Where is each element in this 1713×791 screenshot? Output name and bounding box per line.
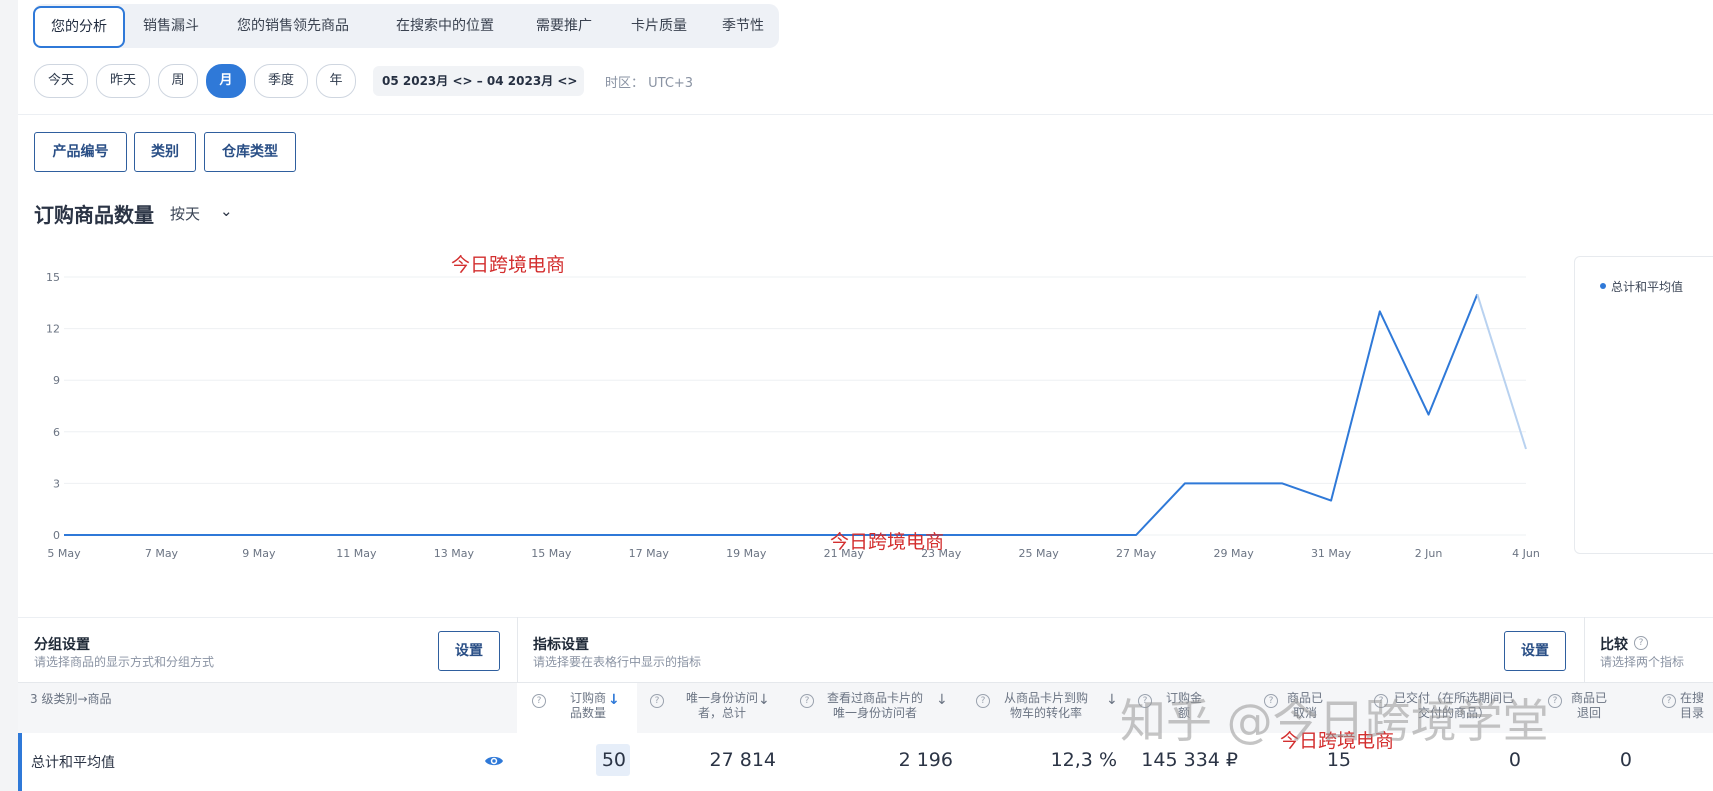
cell-delivered: 0: [1508, 749, 1521, 771]
y-tick-label: 6: [53, 426, 60, 439]
x-tick-label: 29 May: [1213, 547, 1254, 560]
tab-seasonality[interactable]: 季节性: [712, 9, 774, 43]
period-month-button[interactable]: 月: [206, 64, 246, 98]
period-yesterday-button[interactable]: 昨天: [96, 64, 150, 98]
x-tick-label: 9 May: [242, 547, 276, 560]
filter-warehouse-type-button[interactable]: 仓库类型: [204, 132, 296, 172]
tab-your-analytics[interactable]: 您的分析: [33, 6, 125, 48]
group-column-header: 3 级类别→商品: [30, 692, 112, 706]
legend-series-label: 总计和平均值: [1611, 280, 1684, 294]
help-icon[interactable]: ?: [976, 694, 990, 708]
column-divider: [1584, 617, 1585, 682]
tab-needs-promotion[interactable]: 需要推广: [525, 9, 603, 43]
sort-arrow-down-icon[interactable]: ↓: [936, 692, 948, 708]
sort-arrow-down-icon[interactable]: ↓: [758, 692, 770, 708]
x-tick-label: 31 May: [1311, 547, 1352, 560]
chevron-down-icon[interactable]: ⌄: [220, 202, 233, 220]
ordered-items-chart: 0 3 6 9 12 15 5 May 7 May 9 May 11 May 13 May 15 M…: [46, 271, 1540, 560]
tab-sales-funnel[interactable]: 销售漏斗: [133, 9, 209, 43]
metric-settings-button[interactable]: 设置: [1504, 631, 1566, 671]
period-year-button[interactable]: 年: [316, 64, 356, 98]
metric-settings-subtitle: 请选择要在表格行中显示的指标: [533, 655, 702, 669]
compare-subtitle: 请选择两个指标: [1600, 655, 1685, 669]
compare-title: 比较: [1600, 637, 1628, 653]
granularity-select[interactable]: 按天: [170, 203, 200, 224]
sort-arrow-down-icon[interactable]: ↓: [1106, 692, 1118, 708]
x-tick-label: 13 May: [434, 547, 475, 560]
eye-icon[interactable]: [484, 753, 504, 772]
watermark-text: 今日跨境电商: [830, 531, 945, 553]
y-tick-label: 3: [53, 477, 60, 490]
filter-category-button[interactable]: 类别: [134, 132, 196, 172]
cell-returned: 0: [1619, 749, 1632, 771]
legend-panel: [1574, 256, 1713, 554]
row-highlight-bar: [18, 733, 22, 791]
sort-arrow-down-icon[interactable]: ↓: [608, 692, 620, 708]
row-label: 总计和平均值: [31, 755, 115, 771]
x-tick-label: 4 Jun: [1512, 547, 1540, 560]
x-tick-label: 25 May: [1019, 547, 1060, 560]
grouping-settings-subtitle: 请选择商品的显示方式和分组方式: [34, 655, 215, 669]
y-tick-label: 12: [46, 323, 60, 336]
grouping-settings-title: 分组设置: [34, 637, 90, 653]
x-tick-label: 17 May: [629, 547, 670, 560]
cell-ordered-qty: 50: [601, 749, 626, 771]
tab-top-products[interactable]: 您的销售领先商品: [227, 9, 359, 43]
grouping-settings-button[interactable]: 设置: [438, 631, 500, 671]
chart-title: 订购商品数量: [34, 203, 154, 227]
analytics-tabs: 您的分析 销售漏斗 您的销售领先商品 在搜索中的位置 需要推广 卡片质量 季节性: [33, 4, 779, 48]
x-tick-label: 5 May: [47, 547, 81, 560]
filter-product-id-button[interactable]: 产品编号: [34, 132, 127, 172]
y-tick-label: 0: [53, 529, 60, 542]
series-line-partial: [1476, 293, 1527, 450]
x-tick-label: 15 May: [531, 547, 572, 560]
cell-card-visitors: 2 196: [898, 749, 953, 771]
col-header-returned: 商品已 退回: [1570, 691, 1607, 720]
cell-cart-conversion: 12,3 %: [1050, 749, 1117, 771]
help-icon[interactable]: ?: [1662, 694, 1676, 708]
y-tick-label: 9: [53, 374, 60, 387]
metric-settings-title: 指标设置: [533, 637, 589, 653]
period-quarter-button[interactable]: 季度: [254, 64, 308, 98]
date-range-text: 05 2023月 <> – 04 2023月 <>: [382, 74, 578, 88]
tab-card-quality[interactable]: 卡片质量: [620, 9, 698, 43]
col-header-in-catalog: 在搜 目录: [1680, 691, 1705, 720]
help-icon[interactable]: ?: [532, 694, 546, 708]
left-edge-strip: [0, 0, 18, 791]
y-tick-label: 15: [46, 271, 60, 284]
help-icon[interactable]: ?: [1634, 636, 1648, 650]
help-icon[interactable]: ?: [1548, 694, 1562, 708]
col-header-unique-visitors: 唯一身份访问 者，总计: [685, 691, 758, 720]
date-range-picker[interactable]: 05 2023月 <> – 04 2023月 <>: [373, 66, 584, 96]
x-tick-label: 19 May: [726, 547, 767, 560]
series-line: [64, 293, 1479, 536]
x-tick-label: 2 Jun: [1415, 547, 1443, 560]
x-tick-label: 7 May: [145, 547, 179, 560]
period-week-button[interactable]: 周: [158, 64, 198, 98]
help-icon[interactable]: ?: [800, 694, 814, 708]
x-tick-label: 11 May: [336, 547, 377, 560]
legend-series-dot: [1600, 283, 1606, 289]
tab-search-position[interactable]: 在搜索中的位置: [389, 9, 501, 43]
col-header-cart-conversion: 从商品卡片到购 物车的转化率: [1003, 691, 1088, 720]
col-header-card-visitors: 查看过商品卡片的 唯一身份访问者: [826, 691, 923, 720]
divider: [18, 114, 1713, 115]
period-today-button[interactable]: 今天: [34, 64, 88, 98]
divider: [18, 617, 1713, 618]
cell-order-amount: 145 334 ₽: [1141, 749, 1238, 771]
timezone-label: 时区： UTC+3: [605, 76, 694, 91]
cell-unique-visitors: 27 814: [709, 749, 776, 771]
watermark-text: 今日跨境电商: [451, 254, 566, 276]
help-icon[interactable]: ?: [650, 694, 664, 708]
x-tick-label: 27 May: [1116, 547, 1157, 560]
zhihu-watermark: 知乎 @今日跨境学堂: [1120, 694, 1549, 748]
